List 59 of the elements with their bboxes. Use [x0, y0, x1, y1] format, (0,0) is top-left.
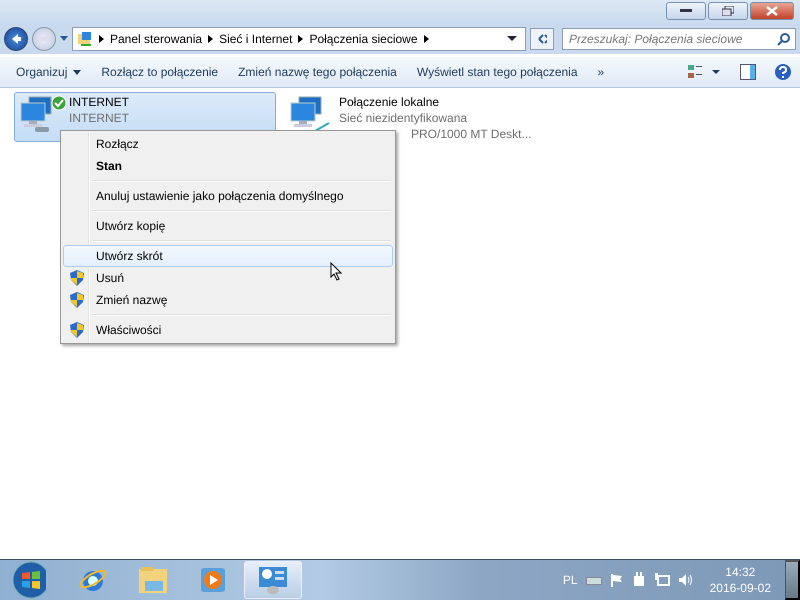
taskbar-app[interactable] — [244, 561, 302, 599]
breadcrumb-arrow-icon[interactable] — [424, 35, 428, 43]
breadcrumb[interactable]: Sieć i Internet — [219, 32, 292, 46]
breadcrumb[interactable]: Połączenia sieciowe — [309, 32, 418, 46]
network-folder-icon — [77, 31, 93, 47]
minimize-icon — [680, 9, 692, 13]
speaker-icon[interactable] — [678, 573, 694, 587]
address-bar[interactable]: Panel sterowania Sieć i Internet Połączenia sieciowe — [72, 27, 526, 51]
windows-logo-icon — [12, 561, 46, 599]
flag-icon[interactable] — [610, 573, 624, 587]
toolbar-button[interactable]: Organizuj — [8, 61, 90, 83]
refresh-button[interactable] — [530, 28, 554, 50]
close-icon — [766, 6, 778, 16]
preview-pane-icon[interactable] — [740, 64, 756, 80]
menu-item[interactable]: Zmień nazwę — [63, 289, 393, 311]
dropdown-icon[interactable] — [507, 36, 517, 42]
toolbar-button[interactable]: Rozłącz to połączenie — [93, 61, 226, 83]
view-options-icon[interactable] — [688, 64, 722, 80]
back-arrow-icon — [11, 33, 21, 45]
power-plug-icon[interactable] — [632, 572, 646, 588]
breadcrumb-arrow-icon[interactable] — [208, 35, 214, 43]
toolbar-button[interactable]: Wyświetl stan tego połączenia — [408, 61, 586, 83]
shield-icon — [70, 270, 84, 286]
search-icon[interactable] — [777, 32, 791, 46]
restore-button[interactable] — [708, 2, 748, 20]
media-player-icon — [199, 566, 227, 594]
more-button[interactable]: » — [590, 61, 612, 83]
menu-item[interactable]: Usuń — [63, 267, 393, 289]
mouse-cursor-icon — [330, 262, 342, 281]
shield-icon — [70, 322, 84, 338]
breadcrumb-arrow-icon[interactable] — [99, 35, 104, 43]
check-icon — [51, 95, 67, 111]
help-icon[interactable] — [774, 63, 792, 81]
menu-item[interactable]: Utwórz kopię — [63, 215, 393, 237]
menu-item[interactable]: Stan — [63, 155, 393, 177]
network-status-icon[interactable] — [654, 573, 670, 587]
connection-name: INTERNET — [69, 95, 129, 110]
back-button[interactable] — [4, 27, 28, 51]
toolbar-button[interactable]: Zmień nazwę tego połączenia — [230, 61, 405, 83]
show-desktop-button[interactable] — [785, 560, 800, 600]
shield-icon — [70, 292, 84, 308]
breadcrumb[interactable]: Panel sterowania — [110, 32, 202, 46]
connection-name: Połączenie lokalne — [339, 95, 440, 110]
minimize-button[interactable] — [666, 2, 706, 20]
menu-item[interactable]: Anuluj ustawienie jako połączenia domyślnego — [63, 185, 393, 207]
forward-arrow-icon — [39, 33, 49, 45]
history-dropdown-icon[interactable] — [60, 36, 68, 42]
folder-icon — [137, 565, 169, 595]
restore-icon — [722, 6, 734, 16]
control-panel-icon — [257, 565, 289, 595]
refresh-icon — [537, 33, 547, 45]
close-button[interactable] — [750, 2, 794, 20]
connection-status: INTERNET — [69, 111, 129, 126]
breadcrumb-arrow-icon[interactable] — [298, 35, 304, 43]
menu-item[interactable]: Utwórz skrót — [63, 245, 393, 267]
search-field[interactable]: Przeszukaj: Połączenia sieciowe — [562, 28, 796, 50]
menu-item[interactable]: Właściwości — [63, 319, 393, 341]
connection-status: Sieć niezidentyfikowana — [339, 111, 468, 126]
connection-device: PRO/1000 MT Deskt... — [411, 127, 532, 142]
